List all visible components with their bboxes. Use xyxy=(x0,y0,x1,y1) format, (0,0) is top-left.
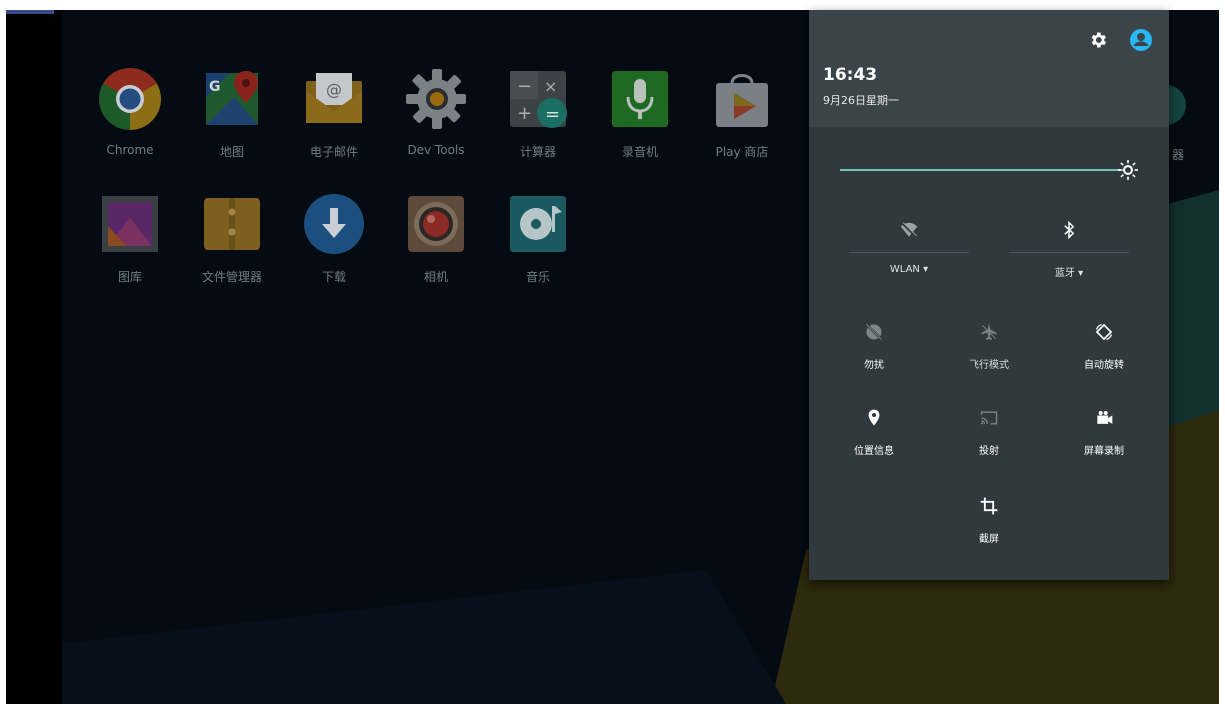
download-icon xyxy=(304,194,364,254)
tile-screen-record[interactable]: 屏幕录制 xyxy=(1049,408,1159,466)
svg-text:=: = xyxy=(545,104,560,125)
svg-text:+: + xyxy=(517,103,532,124)
app-downloads[interactable]: 下载 xyxy=(284,192,384,302)
settings-gear-icon[interactable] xyxy=(1088,30,1108,50)
airplane-icon xyxy=(981,323,997,340)
bluetooth-icon xyxy=(1064,220,1075,240)
app-label-downloads: 下载 xyxy=(321,270,346,284)
app-gallery[interactable]: 图库 xyxy=(80,192,180,302)
bluetooth-label[interactable]: 蓝牙 ▾ xyxy=(1009,264,1129,279)
app-dev-tools[interactable]: Dev Tools xyxy=(386,67,486,177)
app-maps[interactable]: G 地图 xyxy=(182,67,282,177)
maps-icon: G xyxy=(206,71,258,125)
tile-do-not-disturb[interactable]: 勿扰 xyxy=(819,322,929,380)
location-pin-icon xyxy=(868,409,880,426)
app-label-calculator: 计算器 xyxy=(519,145,556,159)
app-label-file-manager: 文件管理器 xyxy=(201,270,262,284)
app-chrome[interactable]: Chrome xyxy=(80,67,180,177)
tile-label-auto-rotate: 自动旋转 xyxy=(1084,360,1124,371)
screenshot-crop-icon xyxy=(980,497,998,515)
microphone-icon xyxy=(612,71,668,127)
gallery-icon xyxy=(102,196,158,252)
email-icon: @ xyxy=(306,73,362,123)
tile-label-screen-record: 屏幕录制 xyxy=(1084,446,1124,457)
svg-text:@: @ xyxy=(326,80,342,99)
do-not-disturb-icon xyxy=(866,324,882,340)
svg-text:G: G xyxy=(209,79,221,95)
tile-cast[interactable]: 投射 xyxy=(934,408,1044,466)
app-calculator[interactable]: − × + = 计算器 xyxy=(488,67,588,177)
tile-label-screenshot: 截屏 xyxy=(979,534,999,545)
tile-location[interactable]: 位置信息 xyxy=(819,408,929,466)
tile-label-cast: 投射 xyxy=(979,446,999,457)
file-manager-icon xyxy=(204,198,260,250)
wifi-off-icon xyxy=(900,222,918,238)
tile-airplane-mode[interactable]: 飞行模式 xyxy=(934,322,1044,380)
app-label-music: 音乐 xyxy=(525,270,550,284)
app-email[interactable]: @ 电子邮件 xyxy=(284,67,384,177)
music-icon xyxy=(510,196,566,252)
tile-screenshot[interactable]: 截屏 xyxy=(934,496,1044,554)
quick-settings-header: 16:43 9月26日星期一 xyxy=(809,10,1169,127)
app-music[interactable]: 音乐 xyxy=(488,192,588,302)
screen-record-icon xyxy=(1097,410,1113,424)
status-date: 9月26日星期一 xyxy=(823,94,899,107)
bluetooth-divider xyxy=(1009,252,1129,253)
app-label-gallery: 图库 xyxy=(117,270,142,284)
app-label-camera: 相机 xyxy=(423,270,448,284)
wlan-divider xyxy=(849,252,969,253)
app-label-email: 电子邮件 xyxy=(309,145,358,159)
left-edge-strip xyxy=(6,10,62,704)
bluetooth-toggle[interactable]: 蓝牙 ▾ xyxy=(1009,220,1129,295)
app-label-recorder: 录音机 xyxy=(621,145,658,159)
tile-label-airplane: 飞行模式 xyxy=(969,360,1009,371)
calculator-icon: − × + = xyxy=(510,71,567,128)
cast-icon xyxy=(980,411,998,425)
dev-tools-gear-icon xyxy=(406,69,466,129)
tile-label-dnd: 勿扰 xyxy=(864,360,884,371)
play-store-icon xyxy=(716,74,768,127)
camera-icon xyxy=(408,196,464,252)
brightness-slider[interactable] xyxy=(840,160,1150,180)
quick-settings-panel: 16:43 9月26日星期一 WLAN ▾ 蓝牙 ▾ 勿扰 飞行模式 自动旋转 … xyxy=(809,10,1169,580)
app-play-store[interactable]: Play 商店 xyxy=(692,67,792,177)
app-label-dev-tools: Dev Tools xyxy=(407,143,465,157)
app-camera[interactable]: 相机 xyxy=(386,192,486,302)
chrome-icon xyxy=(99,68,161,130)
tile-auto-rotate[interactable]: 自动旋转 xyxy=(1049,322,1159,380)
wlan-label[interactable]: WLAN ▾ xyxy=(849,264,969,275)
partial-app-label: 器 xyxy=(1172,148,1185,162)
app-label-play-store: Play 商店 xyxy=(715,145,769,159)
brightness-icon[interactable] xyxy=(1118,160,1138,180)
wlan-toggle[interactable]: WLAN ▾ xyxy=(849,220,969,295)
auto-rotate-icon xyxy=(1095,323,1113,341)
app-recorder[interactable]: 录音机 xyxy=(590,67,690,177)
svg-text:−: − xyxy=(517,76,532,97)
user-account-icon[interactable] xyxy=(1129,28,1153,52)
tile-label-location: 位置信息 xyxy=(854,446,894,457)
app-label-chrome: Chrome xyxy=(106,143,154,157)
app-file-manager[interactable]: 文件管理器 xyxy=(182,192,282,302)
screen-top-accent xyxy=(6,10,54,14)
svg-text:×: × xyxy=(544,77,557,96)
app-label-maps: 地图 xyxy=(219,145,244,159)
status-time: 16:43 xyxy=(823,65,878,85)
brightness-track[interactable] xyxy=(840,169,1124,171)
